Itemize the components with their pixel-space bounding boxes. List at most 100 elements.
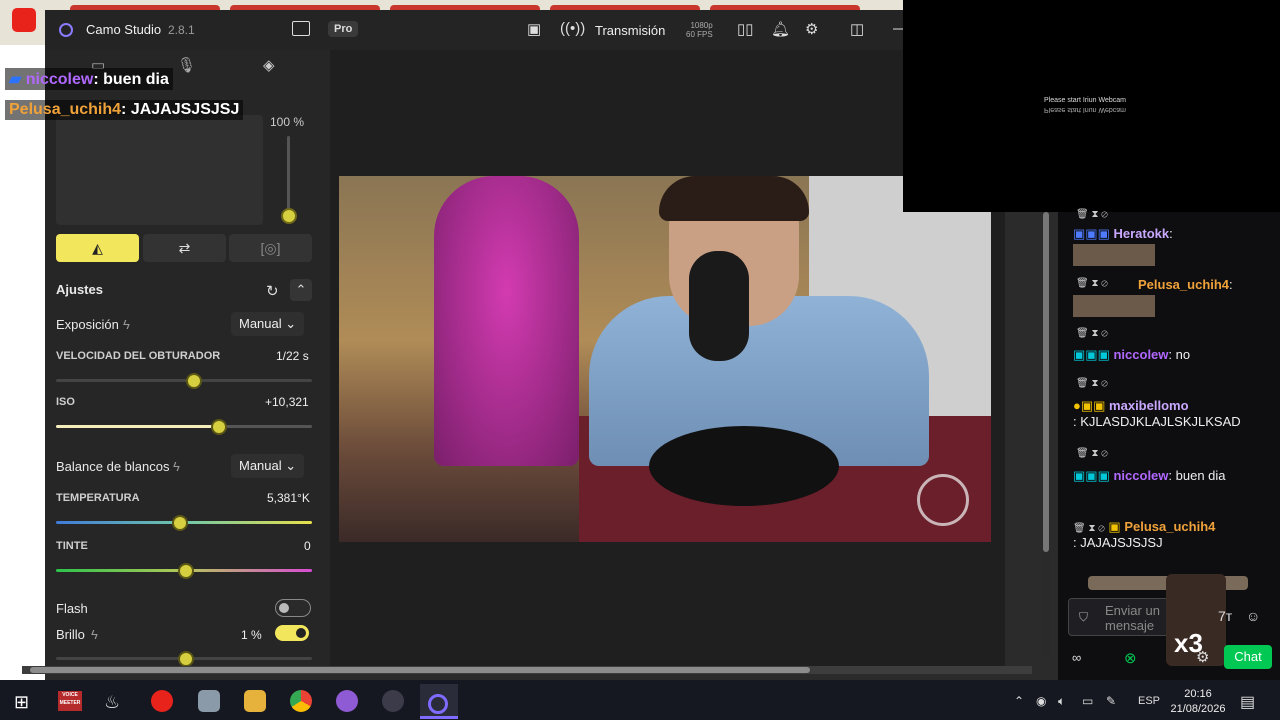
chat-emote (1073, 244, 1155, 266)
flip-icon: ◭ (92, 240, 103, 256)
overlay-chat-text: : buen dia (93, 71, 169, 88)
exposure-label: Exposición (56, 317, 119, 332)
mod-actions[interactable]: 🗑 ⧗ ⊘ (1073, 523, 1105, 534)
folder-icon[interactable] (244, 690, 266, 712)
chat-username[interactable]: maxibellomo (1109, 398, 1188, 413)
scrollbar-thumb[interactable] (30, 667, 810, 673)
iriun-message: Please start Iriun Webcam (1044, 97, 1126, 104)
clock[interactable]: 20:16 21/08/2026 (1168, 687, 1228, 717)
channel-points-icon[interactable]: ∞ (1072, 650, 1081, 665)
refresh-icon[interactable]: ↻ (266, 282, 279, 300)
language-indicator[interactable]: ESP (1138, 695, 1160, 707)
volume-icon[interactable]: 🔈︎ (1058, 694, 1065, 709)
temperature-label: TEMPERATURA (56, 492, 140, 504)
badge-icon: ●▣▣ (1073, 398, 1106, 413)
brightness-toggle[interactable] (275, 625, 309, 641)
opera-icon[interactable] (151, 690, 173, 712)
bell-icon[interactable]: 🔔︎ (771, 20, 790, 38)
zoom-slider-knob[interactable] (281, 208, 297, 224)
exposure-mode-select[interactable]: Manual ⌄ (231, 312, 305, 336)
browser-side-area (0, 45, 45, 680)
pen-icon[interactable]: ✎ (1106, 694, 1116, 708)
clock-time: 20:16 (1184, 688, 1212, 700)
chevron-down-icon: ⌄ (285, 458, 297, 473)
chat-text: : JAJAJSJSJSJ (1073, 535, 1163, 550)
mod-actions[interactable]: 🗑 ⧗ ⊘ (1076, 448, 1108, 459)
active-indicator (420, 716, 458, 719)
title-bar: Camo Studio 2.8.1 Pro ▣ ((•)) Transmisió… (45, 10, 1005, 50)
iso-slider-knob[interactable] (211, 419, 227, 435)
white-balance-label: Balance de blancos (56, 459, 170, 474)
badge-icon: ▣▣▣ (1073, 226, 1110, 241)
camo-taskbar-icon[interactable] (428, 694, 448, 714)
obs-icon[interactable] (382, 690, 404, 712)
resolution-value: 1080p (690, 21, 713, 30)
chat-username[interactable]: niccolew (1113, 468, 1168, 483)
flash-toggle[interactable] (275, 599, 311, 617)
stream-label[interactable]: Transmisión (595, 23, 665, 38)
temperature-value: 5,381°K (267, 491, 310, 505)
iso-slider[interactable] (56, 425, 312, 428)
emoji-icon[interactable]: ☺ (1246, 608, 1260, 624)
preview-mouse (649, 426, 839, 506)
chat-message: ▣▣▣ niccolew: no (1073, 347, 1268, 363)
app-icon[interactable] (198, 690, 220, 712)
chat-message: ▣▣▣ niccolew: buen dia (1073, 468, 1268, 484)
layers-tab-icon[interactable]: ◈ (263, 56, 275, 74)
chat-message: 🗑 ⧗ ⊘ ▣ Pelusa_uchih4: JAJAJSJSJSJ (1073, 519, 1268, 550)
discord-icon[interactable] (336, 690, 358, 712)
brightness-label: Brillo (56, 627, 85, 642)
mod-actions[interactable]: 🗑 ⧗ ⊘ (1076, 278, 1108, 289)
chrome-icon[interactable] (290, 690, 312, 712)
panel-toggle-icon[interactable]: ◫ (850, 20, 864, 38)
chevron-up-icon: ⌃ (295, 282, 307, 297)
sidebar-toggle-icon[interactable] (292, 21, 310, 36)
temperature-slider-knob[interactable] (172, 515, 188, 531)
shutter-slider-knob[interactable] (186, 373, 202, 389)
collapse-button[interactable]: ⌃ (290, 279, 312, 301)
bolt-icon: ϟ (91, 627, 98, 642)
chat-username[interactable]: Pelusa_uchih4 (1138, 277, 1229, 292)
gear-icon[interactable]: ⚙ (1196, 648, 1209, 666)
network-icon[interactable]: ▭ (1082, 694, 1093, 708)
steam-icon[interactable]: ♨ (104, 692, 120, 713)
windows-start-icon[interactable]: ⊞ (14, 692, 29, 713)
app-version: 2.8.1 (168, 23, 195, 37)
shutter-label: VELOCIDAD DEL OBTURADOR (56, 350, 221, 362)
mod-actions[interactable]: 🗑 ⧗ ⊘ (1076, 378, 1108, 389)
chat-username[interactable]: Pelusa_uchih4 (1124, 519, 1215, 534)
vertical-scrollbar[interactable] (1042, 212, 1050, 657)
tray-expand-icon[interactable]: ⌃ (1014, 694, 1024, 708)
mic-tab-icon[interactable]: 🎙︎ (177, 56, 196, 74)
chat-send-button[interactable]: Chat (1224, 645, 1272, 669)
extension-icon[interactable]: ⊗ (1124, 649, 1137, 667)
overlay-chat-text: : JAJAJSJSJSJ (121, 101, 240, 118)
zoom-slider[interactable] (287, 136, 290, 216)
voicemeeter-icon[interactable]: VOICE MEETER (58, 691, 82, 711)
shutter-slider[interactable] (56, 379, 312, 382)
scrollbar-thumb[interactable] (1043, 212, 1049, 552)
mod-actions[interactable]: 🗑 ⧗ ⊘ (1076, 209, 1108, 220)
flip-button[interactable]: ◭ (56, 234, 139, 262)
7tv-icon[interactable]: 7ᴛ (1218, 608, 1232, 624)
chat-text: : (1229, 277, 1233, 292)
white-balance-mode-select[interactable]: Manual ⌄ (231, 454, 305, 478)
browser-app-icon[interactable] (12, 8, 36, 32)
capture-button[interactable]: [◎] (229, 234, 312, 262)
brightness-slider-knob[interactable] (178, 651, 194, 667)
mod-actions[interactable]: 🗑 ⧗ ⊘ (1076, 328, 1108, 339)
overlay-chat-line: ▰ niccolew: buen dia (5, 68, 173, 90)
chat-text: : (1169, 226, 1173, 241)
chat-username[interactable]: Heratokk (1113, 226, 1169, 241)
broadcast-icon[interactable]: ((•)) (560, 20, 585, 37)
tint-slider-knob[interactable] (178, 563, 194, 579)
chat-username[interactable]: niccolew (1113, 347, 1168, 362)
gear-icon[interactable]: ⚙ (805, 20, 818, 38)
notification-icon[interactable]: ▤ (1240, 692, 1255, 712)
rotate-button[interactable]: ⇄ (143, 234, 226, 262)
pro-badge[interactable]: Pro (328, 21, 359, 37)
tray-app-icon[interactable]: ◉ (1036, 694, 1046, 708)
chevron-down-icon: ⌄ (285, 316, 297, 331)
split-view-icon[interactable]: ▯▯ (737, 20, 754, 38)
overlay-icon[interactable]: ▣ (527, 20, 541, 38)
